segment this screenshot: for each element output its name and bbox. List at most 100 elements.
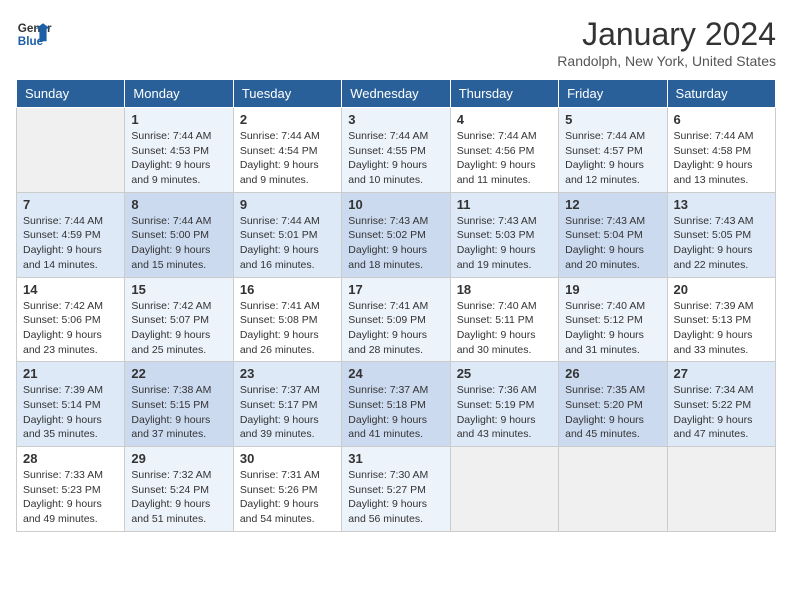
col-tuesday: Tuesday — [233, 80, 341, 108]
calendar-day-cell: 9 Sunrise: 7:44 AMSunset: 5:01 PMDayligh… — [233, 192, 341, 277]
day-info: Sunrise: 7:44 AMSunset: 5:01 PMDaylight:… — [240, 214, 335, 273]
calendar-week-row: 7 Sunrise: 7:44 AMSunset: 4:59 PMDayligh… — [17, 192, 776, 277]
day-number: 31 — [348, 451, 443, 466]
day-number: 28 — [23, 451, 118, 466]
day-info: Sunrise: 7:43 AMSunset: 5:03 PMDaylight:… — [457, 214, 552, 273]
day-info: Sunrise: 7:44 AMSunset: 5:00 PMDaylight:… — [131, 214, 226, 273]
logo: General Blue — [16, 16, 52, 52]
day-info: Sunrise: 7:43 AMSunset: 5:04 PMDaylight:… — [565, 214, 660, 273]
day-number: 15 — [131, 282, 226, 297]
calendar-day-cell: 28 Sunrise: 7:33 AMSunset: 5:23 PMDaylig… — [17, 447, 125, 532]
page-header: General Blue January 2024 Randolph, New … — [16, 16, 776, 69]
day-info: Sunrise: 7:43 AMSunset: 5:02 PMDaylight:… — [348, 214, 443, 273]
page-title: January 2024 — [557, 16, 776, 53]
day-info: Sunrise: 7:43 AMSunset: 5:05 PMDaylight:… — [674, 214, 769, 273]
day-info: Sunrise: 7:41 AMSunset: 5:08 PMDaylight:… — [240, 299, 335, 358]
calendar-day-cell: 14 Sunrise: 7:42 AMSunset: 5:06 PMDaylig… — [17, 277, 125, 362]
calendar-day-cell: 15 Sunrise: 7:42 AMSunset: 5:07 PMDaylig… — [125, 277, 233, 362]
calendar-day-cell: 24 Sunrise: 7:37 AMSunset: 5:18 PMDaylig… — [342, 362, 450, 447]
day-number: 3 — [348, 112, 443, 127]
calendar-day-cell: 25 Sunrise: 7:36 AMSunset: 5:19 PMDaylig… — [450, 362, 558, 447]
day-number: 17 — [348, 282, 443, 297]
day-info: Sunrise: 7:34 AMSunset: 5:22 PMDaylight:… — [674, 383, 769, 442]
calendar-day-cell: 11 Sunrise: 7:43 AMSunset: 5:03 PMDaylig… — [450, 192, 558, 277]
day-number: 21 — [23, 366, 118, 381]
calendar-day-cell: 10 Sunrise: 7:43 AMSunset: 5:02 PMDaylig… — [342, 192, 450, 277]
calendar-day-cell: 2 Sunrise: 7:44 AMSunset: 4:54 PMDayligh… — [233, 108, 341, 193]
calendar-day-cell: 4 Sunrise: 7:44 AMSunset: 4:56 PMDayligh… — [450, 108, 558, 193]
day-number: 29 — [131, 451, 226, 466]
day-number: 27 — [674, 366, 769, 381]
day-number: 2 — [240, 112, 335, 127]
calendar-day-cell — [17, 108, 125, 193]
day-info: Sunrise: 7:31 AMSunset: 5:26 PMDaylight:… — [240, 468, 335, 527]
calendar-day-cell: 7 Sunrise: 7:44 AMSunset: 4:59 PMDayligh… — [17, 192, 125, 277]
day-info: Sunrise: 7:44 AMSunset: 4:57 PMDaylight:… — [565, 129, 660, 188]
day-info: Sunrise: 7:44 AMSunset: 4:54 PMDaylight:… — [240, 129, 335, 188]
calendar-day-cell: 21 Sunrise: 7:39 AMSunset: 5:14 PMDaylig… — [17, 362, 125, 447]
calendar-header-row: Sunday Monday Tuesday Wednesday Thursday… — [17, 80, 776, 108]
day-number: 23 — [240, 366, 335, 381]
day-number: 1 — [131, 112, 226, 127]
calendar-day-cell: 1 Sunrise: 7:44 AMSunset: 4:53 PMDayligh… — [125, 108, 233, 193]
calendar-day-cell: 6 Sunrise: 7:44 AMSunset: 4:58 PMDayligh… — [667, 108, 775, 193]
calendar-week-row: 14 Sunrise: 7:42 AMSunset: 5:06 PMDaylig… — [17, 277, 776, 362]
day-info: Sunrise: 7:35 AMSunset: 5:20 PMDaylight:… — [565, 383, 660, 442]
day-number: 4 — [457, 112, 552, 127]
calendar-day-cell: 5 Sunrise: 7:44 AMSunset: 4:57 PMDayligh… — [559, 108, 667, 193]
day-info: Sunrise: 7:39 AMSunset: 5:13 PMDaylight:… — [674, 299, 769, 358]
calendar-table: Sunday Monday Tuesday Wednesday Thursday… — [16, 79, 776, 532]
day-number: 16 — [240, 282, 335, 297]
day-info: Sunrise: 7:44 AMSunset: 4:55 PMDaylight:… — [348, 129, 443, 188]
calendar-week-row: 1 Sunrise: 7:44 AMSunset: 4:53 PMDayligh… — [17, 108, 776, 193]
day-info: Sunrise: 7:40 AMSunset: 5:11 PMDaylight:… — [457, 299, 552, 358]
calendar-day-cell: 26 Sunrise: 7:35 AMSunset: 5:20 PMDaylig… — [559, 362, 667, 447]
col-friday: Friday — [559, 80, 667, 108]
col-wednesday: Wednesday — [342, 80, 450, 108]
calendar-week-row: 28 Sunrise: 7:33 AMSunset: 5:23 PMDaylig… — [17, 447, 776, 532]
calendar-day-cell: 27 Sunrise: 7:34 AMSunset: 5:22 PMDaylig… — [667, 362, 775, 447]
day-number: 30 — [240, 451, 335, 466]
day-number: 20 — [674, 282, 769, 297]
calendar-day-cell: 12 Sunrise: 7:43 AMSunset: 5:04 PMDaylig… — [559, 192, 667, 277]
day-info: Sunrise: 7:30 AMSunset: 5:27 PMDaylight:… — [348, 468, 443, 527]
day-info: Sunrise: 7:44 AMSunset: 4:58 PMDaylight:… — [674, 129, 769, 188]
day-info: Sunrise: 7:40 AMSunset: 5:12 PMDaylight:… — [565, 299, 660, 358]
calendar-day-cell — [559, 447, 667, 532]
calendar-day-cell: 20 Sunrise: 7:39 AMSunset: 5:13 PMDaylig… — [667, 277, 775, 362]
day-number: 6 — [674, 112, 769, 127]
calendar-day-cell: 29 Sunrise: 7:32 AMSunset: 5:24 PMDaylig… — [125, 447, 233, 532]
day-info: Sunrise: 7:44 AMSunset: 4:59 PMDaylight:… — [23, 214, 118, 273]
calendar-day-cell: 13 Sunrise: 7:43 AMSunset: 5:05 PMDaylig… — [667, 192, 775, 277]
day-number: 14 — [23, 282, 118, 297]
day-number: 13 — [674, 197, 769, 212]
calendar-day-cell: 19 Sunrise: 7:40 AMSunset: 5:12 PMDaylig… — [559, 277, 667, 362]
day-number: 12 — [565, 197, 660, 212]
page-subtitle: Randolph, New York, United States — [557, 53, 776, 69]
calendar-day-cell: 8 Sunrise: 7:44 AMSunset: 5:00 PMDayligh… — [125, 192, 233, 277]
day-number: 5 — [565, 112, 660, 127]
day-number: 26 — [565, 366, 660, 381]
col-saturday: Saturday — [667, 80, 775, 108]
day-info: Sunrise: 7:42 AMSunset: 5:07 PMDaylight:… — [131, 299, 226, 358]
col-thursday: Thursday — [450, 80, 558, 108]
col-monday: Monday — [125, 80, 233, 108]
calendar-day-cell: 3 Sunrise: 7:44 AMSunset: 4:55 PMDayligh… — [342, 108, 450, 193]
day-info: Sunrise: 7:37 AMSunset: 5:17 PMDaylight:… — [240, 383, 335, 442]
day-info: Sunrise: 7:36 AMSunset: 5:19 PMDaylight:… — [457, 383, 552, 442]
day-number: 19 — [565, 282, 660, 297]
calendar-day-cell: 18 Sunrise: 7:40 AMSunset: 5:11 PMDaylig… — [450, 277, 558, 362]
calendar-day-cell: 30 Sunrise: 7:31 AMSunset: 5:26 PMDaylig… — [233, 447, 341, 532]
day-info: Sunrise: 7:41 AMSunset: 5:09 PMDaylight:… — [348, 299, 443, 358]
calendar-day-cell: 16 Sunrise: 7:41 AMSunset: 5:08 PMDaylig… — [233, 277, 341, 362]
day-number: 9 — [240, 197, 335, 212]
calendar-day-cell: 31 Sunrise: 7:30 AMSunset: 5:27 PMDaylig… — [342, 447, 450, 532]
day-info: Sunrise: 7:44 AMSunset: 4:56 PMDaylight:… — [457, 129, 552, 188]
calendar-day-cell: 23 Sunrise: 7:37 AMSunset: 5:17 PMDaylig… — [233, 362, 341, 447]
title-area: January 2024 Randolph, New York, United … — [557, 16, 776, 69]
day-info: Sunrise: 7:37 AMSunset: 5:18 PMDaylight:… — [348, 383, 443, 442]
day-number: 24 — [348, 366, 443, 381]
calendar-day-cell — [450, 447, 558, 532]
day-number: 11 — [457, 197, 552, 212]
svg-text:General: General — [18, 22, 52, 35]
